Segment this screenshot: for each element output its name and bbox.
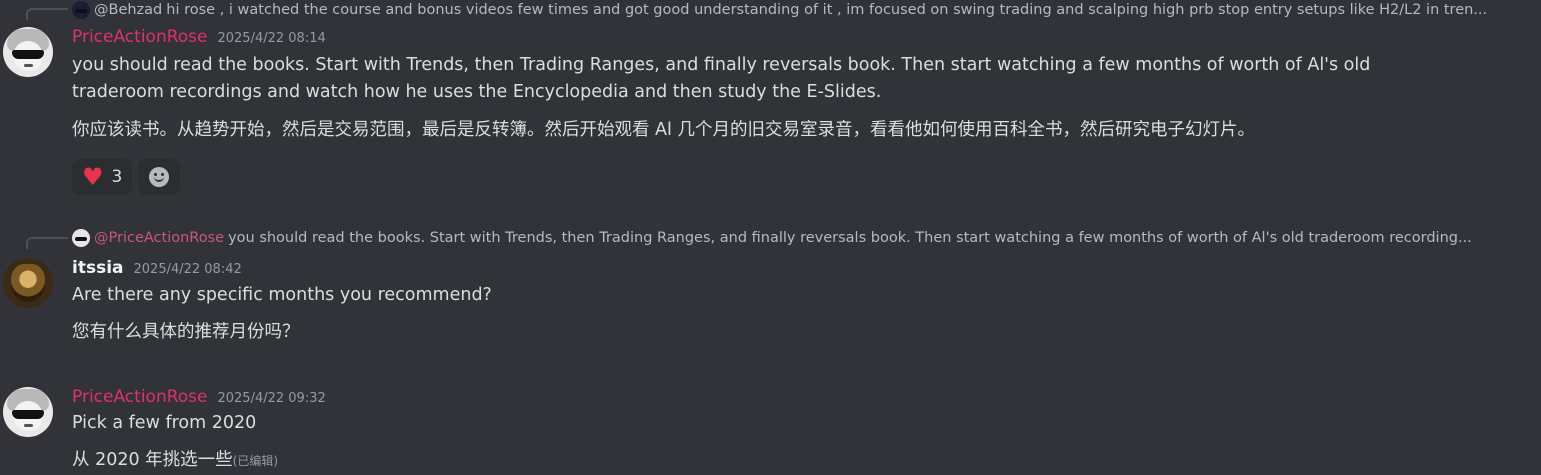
reply-text[interactable]: you should read the books. Start with Tr… [228, 230, 1472, 246]
message-text: Are there any specific months you recomm… [72, 285, 492, 305]
timestamp: 2025/4/22 08:14 [217, 31, 326, 46]
message-header: itssia 2025/4/22 08:42 [72, 258, 242, 278]
message-text: you should read the books. Start with Tr… [72, 55, 1371, 102]
reply-connector [26, 8, 68, 20]
message-header: PriceActionRose 2025/4/22 09:32 [72, 387, 326, 407]
chat-message-list: @Behzad hi rose , i watched the course a… [0, 0, 1541, 475]
username[interactable]: PriceActionRose [72, 27, 207, 47]
reply-mention[interactable]: @Behzad [94, 2, 162, 18]
username[interactable]: itssia [72, 258, 124, 278]
reply-connector [26, 237, 68, 249]
avatar[interactable] [3, 387, 53, 437]
add-reaction-button[interactable] [138, 159, 181, 195]
reply-preview[interactable]: @Behzad hi rose , i watched the course a… [72, 0, 1512, 20]
message-text-translation: 你应该读书。从趋势开始，然后是交易范围，最后是反转簿。然后开始观看 Al 几个月… [72, 120, 1255, 140]
avatar[interactable] [3, 258, 53, 308]
avatar[interactable] [3, 27, 53, 77]
smiley-icon [149, 167, 170, 187]
message-text: Pick a few from 2020 [72, 413, 257, 433]
timestamp: 2025/4/22 08:42 [133, 262, 242, 277]
reaction-heart[interactable]: ♥ 3 [72, 159, 133, 195]
reaction-count: 3 [111, 167, 123, 187]
username[interactable]: PriceActionRose [72, 387, 207, 407]
edited-label: (已编辑) [232, 454, 279, 468]
timestamp: 2025/4/22 09:32 [217, 391, 326, 406]
message-header: PriceActionRose 2025/4/22 08:14 [72, 27, 326, 47]
heart-icon: ♥ [82, 163, 104, 191]
message-text-translation: 从 2020 年挑选一些(已编辑) [72, 447, 1452, 475]
reply-avatar [72, 229, 90, 247]
reply-mention[interactable]: @PriceActionRose [94, 230, 224, 246]
reactions-bar: ♥ 3 [72, 159, 181, 195]
reply-avatar [72, 1, 90, 19]
message-text-translation-body: 从 2020 年挑选一些 [72, 450, 233, 470]
message-text-translation: 您有什么具体的推荐月份吗？ [72, 322, 300, 342]
reply-text[interactable]: hi rose , i watched the course and bonus… [166, 2, 1487, 18]
reply-preview[interactable]: @PriceActionRose you should read the boo… [72, 228, 1512, 248]
